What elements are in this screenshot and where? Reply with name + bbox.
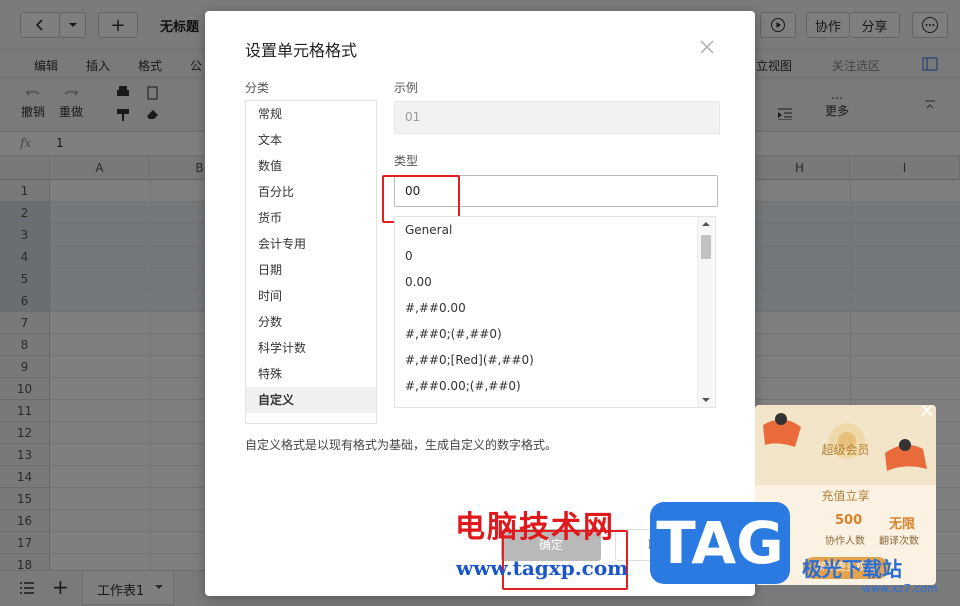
category-currency[interactable]: 货币 [246,205,376,231]
dialog-title: 设置单元格格式 [245,41,358,60]
format-option[interactable]: #,##0;(#,##0) [395,321,715,347]
watermark-site2: 极光下载站 [802,557,902,581]
promo-label-collab: 协作人数 [825,536,865,547]
category-accounting[interactable]: 会计专用 [246,231,376,257]
category-scientific[interactable]: 科学计数 [246,335,376,361]
format-option[interactable]: #,##0.00 [395,295,715,321]
scroll-down-icon[interactable] [702,397,710,403]
scrollbar-thumb[interactable] [701,235,711,259]
category-time[interactable]: 时间 [246,283,376,309]
format-option[interactable]: #,##0.00;(#,##0) [395,373,715,399]
example-label: 示例 [394,81,419,95]
watermark-site2-url: www.xz7.com [862,582,938,595]
promo-close-icon[interactable]: ✕ [918,403,936,421]
category-general[interactable]: 常规 [246,101,376,127]
category-percent[interactable]: 百分比 [246,179,376,205]
tag-logo: TAG [650,502,790,584]
promo-stat-translate: 无限 [889,517,916,532]
type-label: 类型 [394,154,419,168]
format-list-scrollbar[interactable] [697,217,713,407]
watermark-site-name: 电脑技术网 [455,510,615,545]
example-preview: 01 [394,101,720,134]
watermark-url: www.tagxp.com [456,556,629,580]
category-date[interactable]: 日期 [246,257,376,283]
promo-subtitle: 充值立享 [821,489,870,503]
promo-stat-collab: 500 [835,513,863,528]
close-icon[interactable] [698,38,716,56]
promo-label-translate: 翻译次数 [879,536,919,547]
custom-format-description: 自定义格式是以现有格式为基础，生成自定义的数字格式。 [245,438,558,452]
scroll-up-icon[interactable] [702,221,710,227]
category-number[interactable]: 数值 [246,153,376,179]
category-list: 常规 文本 数值 百分比 货币 会计专用 日期 时间 分数 科学计数 特殊 自定… [245,100,377,424]
category-custom[interactable]: 自定义 [246,387,376,413]
category-special[interactable]: 特殊 [246,361,376,387]
category-text[interactable]: 文本 [246,127,376,153]
format-option[interactable]: 0.00 [395,269,715,295]
promo-title: 超级会员 [821,443,870,457]
format-list: General 0 0.00 #,##0.00 #,##0;(#,##0) #,… [394,216,716,408]
format-option[interactable]: General [395,217,715,243]
category-fraction[interactable]: 分数 [246,309,376,335]
format-option[interactable]: #,##0;[Red](#,##0) [395,347,715,373]
format-option[interactable]: 0 [395,243,715,269]
category-label: 分类 [245,81,270,95]
